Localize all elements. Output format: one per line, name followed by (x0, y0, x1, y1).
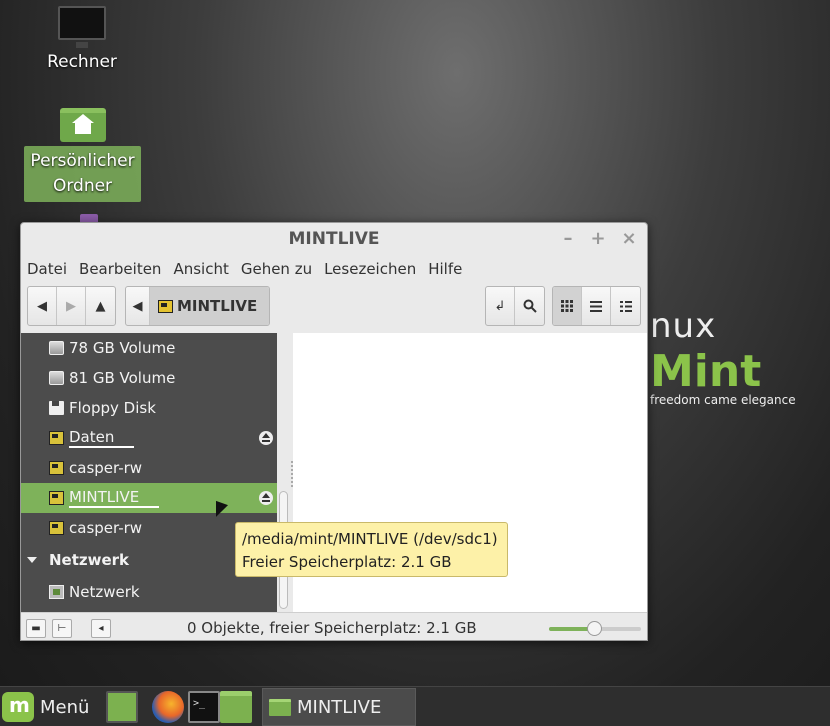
desktop-icon-home[interactable]: Persönlicher Ordner (24, 106, 141, 202)
tooltip: /media/mint/MINTLIVE (/dev/sdc1) Freier … (235, 522, 508, 577)
hard-disk-icon (49, 341, 64, 355)
search-icon (523, 299, 537, 313)
minimize-button[interactable]: – (559, 223, 577, 255)
titlebar[interactable]: MINTLIVE – + × (21, 223, 647, 255)
toolbar: ◀ ▶ ▲ ◀ MINTLIVE ↲ (21, 282, 647, 332)
menu-hilfe[interactable]: Hilfe (428, 260, 462, 278)
sidebar-item-label: Netzwerk (69, 583, 140, 601)
network-icon (49, 585, 64, 599)
floppy-icon (49, 401, 64, 415)
sidebar-item-label: casper-rw (69, 519, 143, 537)
usb-drive-icon (49, 491, 64, 505)
home-folder-icon (59, 108, 106, 142)
folder-icon: ▬ (31, 623, 41, 634)
sidebar-header-label: Netzwerk (49, 551, 130, 569)
menu-bearbeiten[interactable]: Bearbeiten (79, 260, 161, 278)
hide-sidebar-button[interactable]: ◂ (91, 619, 111, 638)
sidebar-item-network[interactable]: Netzwerk (21, 577, 277, 607)
desktop-icon-label: Persönlicher Ordner (24, 146, 141, 202)
sidebar-item-label: Daten (69, 428, 135, 448)
menu-datei[interactable]: Datei (27, 260, 67, 278)
menu-lesezeichen[interactable]: Lesezeichen (324, 260, 416, 278)
compact-icon (619, 300, 632, 312)
arrow-up-icon: ▲ (95, 298, 106, 314)
usb-drive-icon (49, 431, 64, 445)
eject-icon[interactable] (259, 431, 273, 445)
close-button[interactable]: × (620, 223, 638, 255)
list-icon (590, 300, 602, 312)
desktop-icon-label: Rechner (47, 52, 117, 72)
sidebar-item-label: 78 GB Volume (69, 339, 176, 357)
sidebar-item-78gb-volume[interactable]: 78 GB Volume (21, 333, 277, 363)
return-arrow-icon: ↲ (494, 298, 506, 314)
forward-button[interactable]: ▶ (57, 287, 86, 325)
firefox-launcher[interactable] (152, 691, 184, 723)
menubar: Datei Bearbeiten Ansicht Gehen zu Leseze… (21, 255, 647, 282)
start-menu-label: Menü (40, 696, 90, 718)
hard-disk-icon (49, 371, 64, 385)
sidebar-item-mintlive[interactable]: MINTLIVE (21, 483, 277, 513)
sidebar-item-daten[interactable]: Daten (21, 423, 277, 453)
path-crumb-mintlive[interactable]: MINTLIVE (150, 287, 270, 325)
show-tree-button[interactable]: ⊢ (52, 619, 72, 638)
search-button[interactable] (515, 287, 544, 325)
path-bar: ◀ MINTLIVE (125, 286, 271, 326)
menu-ansicht[interactable]: Ansicht (173, 260, 228, 278)
sidebar-item-label: MINTLIVE (69, 488, 160, 508)
sidebar-item-label: 81 GB Volume (69, 369, 176, 387)
sidebar-item-81gb-volume[interactable]: 81 GB Volume (21, 363, 277, 393)
menu-gehen-zu[interactable]: Gehen zu (241, 260, 312, 278)
tooltip-free-space: Freier Speicherplatz: 2.1 GB (242, 553, 452, 571)
maximize-button[interactable]: + (589, 223, 607, 255)
tree-icon: ⊢ (57, 623, 67, 634)
list-view-button[interactable] (582, 287, 611, 325)
desktop-icon-computer[interactable]: Rechner (32, 4, 132, 75)
view-buttons (552, 286, 641, 326)
grid-icon (561, 300, 573, 312)
sidebar-item-label: casper-rw (69, 459, 143, 477)
start-menu-button[interactable]: Menü (2, 690, 89, 724)
taskbar-window-mintlive[interactable]: MINTLIVE (262, 688, 416, 726)
sidebar-item-label: Floppy Disk (69, 399, 156, 417)
arrow-right-icon: ▶ (66, 298, 76, 314)
statusbar: ▬ ⊢ ◂ 0 Objekte, freier Speicherplatz: 2… (21, 612, 647, 640)
caret-left-icon: ◀ (132, 298, 143, 314)
show-places-button[interactable]: ▬ (26, 619, 46, 638)
show-desktop-launcher[interactable] (106, 691, 138, 723)
zoom-slider-knob[interactable] (587, 621, 602, 636)
hide-sidebar-icon: ◂ (98, 623, 104, 634)
window-title: MINTLIVE (288, 229, 380, 249)
compact-view-button[interactable] (611, 287, 640, 325)
folder-icon (269, 698, 291, 716)
icon-view-button[interactable] (553, 287, 582, 325)
terminal-launcher[interactable] (188, 691, 220, 723)
taskbar: Menü MINTLIVE (0, 686, 830, 726)
path-crumb-label: MINTLIVE (177, 297, 258, 315)
tooltip-path: /media/mint/MINTLIVE (/dev/sdc1) (242, 530, 498, 548)
navigation-buttons: ◀ ▶ ▲ (27, 286, 116, 326)
zoom-slider[interactable] (549, 621, 641, 636)
usb-drive-icon (158, 299, 173, 313)
arrow-left-icon: ◀ (37, 298, 47, 314)
action-buttons: ↲ (485, 286, 545, 326)
sidebar-item-floppy-disk[interactable]: Floppy Disk (21, 393, 277, 423)
usb-drive-icon (49, 461, 64, 475)
up-button[interactable]: ▲ (86, 287, 115, 325)
file-manager-window: MINTLIVE – + × Datei Bearbeiten Ansicht … (20, 222, 648, 641)
eject-icon[interactable] (259, 491, 273, 505)
taskbar-window-label: MINTLIVE (297, 696, 382, 718)
wallpaper-logo: nux Mint freedom came elegance (650, 306, 796, 407)
path-toggle-button[interactable]: ◀ (126, 287, 150, 325)
monitor-icon (58, 6, 106, 48)
back-button[interactable]: ◀ (28, 287, 57, 325)
files-launcher[interactable] (220, 691, 252, 723)
status-text: 0 Objekte, freier Speicherplatz: 2.1 GB (187, 619, 477, 637)
triangle-down-icon (27, 557, 37, 563)
open-terminal-button[interactable]: ↲ (486, 287, 515, 325)
sidebar-item-casper-rw[interactable]: casper-rw (21, 453, 277, 483)
usb-drive-icon (49, 521, 64, 535)
mint-logo-icon (2, 692, 34, 722)
